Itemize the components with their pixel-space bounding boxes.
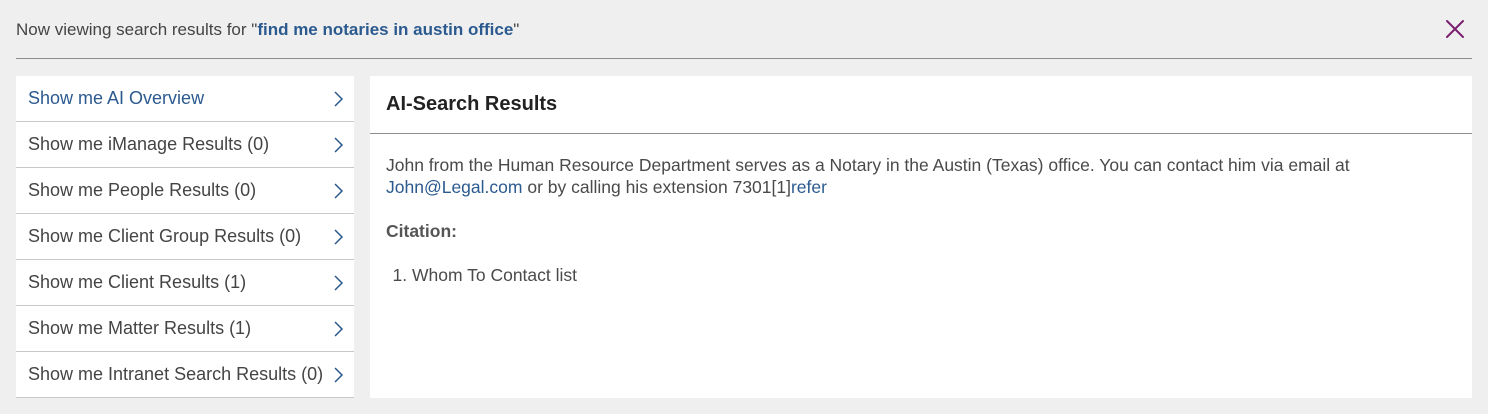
search-context-text: Now viewing search results for "find me … [16, 18, 519, 40]
sidebar-item-label: Show me People Results (0) [28, 180, 257, 200]
quote-close: " [513, 20, 520, 39]
ai-results-panel: AI-Search Results John from the Human Re… [370, 76, 1472, 398]
sidebar-item-label: Show me Client Results (1) [28, 272, 247, 292]
ai-answer: John from the Human Resource Department … [386, 154, 1456, 198]
sidebar-item-client-group-results[interactable]: Show me Client Group Results (0) [16, 214, 354, 260]
close-button[interactable] [1443, 17, 1467, 41]
answer-text-2: or by calling his extension 7301[1] [522, 177, 791, 197]
results-sidebar: Show me AI Overview Show me iManage Resu… [16, 76, 354, 398]
search-context-prefix: Now viewing search results for [16, 20, 252, 39]
sidebar-item-matter-results[interactable]: Show me Matter Results (1) [16, 306, 354, 352]
sidebar-item-label: Show me Matter Results (1) [28, 318, 252, 338]
sidebar-item-label: Show me Intranet Search Results (0) [28, 364, 324, 384]
sidebar-item-people-results[interactable]: Show me People Results (0) [16, 168, 354, 214]
chevron-right-icon [334, 136, 344, 153]
answer-text: John from the Human Resource Department … [386, 155, 1350, 175]
chevron-right-icon [334, 228, 344, 245]
close-icon [1446, 20, 1464, 38]
sidebar-item-imanage-results[interactable]: Show me iManage Results (0) [16, 122, 354, 168]
refer-link[interactable]: refer [791, 177, 827, 197]
chevron-right-icon [334, 274, 344, 291]
citation-list: Whom To Contact list [386, 264, 1456, 286]
citation-heading: Citation: [386, 221, 457, 241]
sidebar-item-intranet-search-results[interactable]: Show me Intranet Search Results (0) [16, 352, 354, 398]
sidebar-item-label: Show me Client Group Results (0) [28, 226, 302, 246]
sidebar-item-client-results[interactable]: Show me Client Results (1) [16, 260, 354, 306]
chevron-right-icon [334, 366, 344, 383]
email-link[interactable]: John@Legal.com [386, 177, 522, 197]
panel-body: John from the Human Resource Department … [370, 134, 1472, 286]
sidebar-item-ai-overview[interactable]: Show me AI Overview [16, 76, 354, 122]
chevron-right-icon [334, 320, 344, 337]
search-header: Now viewing search results for "find me … [16, 0, 1472, 59]
search-query: find me notaries in austin office [257, 20, 514, 39]
sidebar-item-label: Show me AI Overview [28, 88, 205, 108]
citation-item: Whom To Contact list [412, 264, 1456, 286]
chevron-right-icon [334, 90, 344, 107]
chevron-right-icon [334, 182, 344, 199]
panel-title: AI-Search Results [370, 76, 1472, 134]
sidebar-item-label: Show me iManage Results (0) [28, 134, 270, 154]
